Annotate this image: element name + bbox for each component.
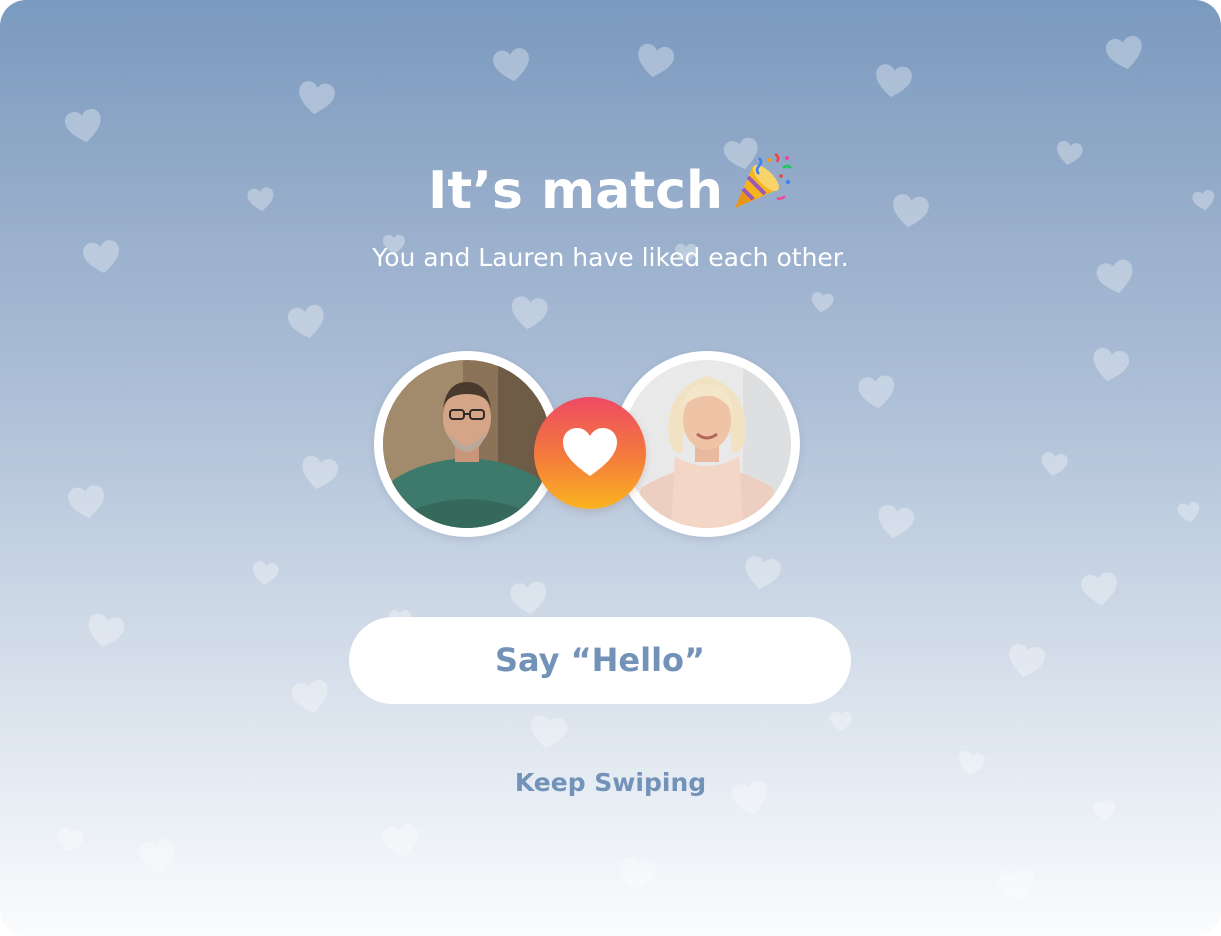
keep-swiping-link[interactable]: Keep Swiping: [0, 766, 1221, 800]
heart-icon: [1093, 347, 1130, 382]
match-heart-badge: [534, 397, 646, 509]
heart-icon: [858, 375, 895, 409]
heart-icon: [68, 485, 104, 519]
heart-icon: [291, 679, 328, 714]
heart-icon: [563, 428, 617, 476]
heart-icon: [381, 823, 418, 858]
user-avatar[interactable]: [374, 351, 560, 537]
match-photo: [623, 360, 791, 528]
keep-swiping-label: Keep Swiping: [514, 768, 707, 797]
match-subtitle: You and Lauren have liked each other.: [372, 243, 849, 272]
heart-icon: [493, 48, 529, 82]
heart-icon: [302, 455, 339, 490]
heart-icon: [745, 555, 782, 590]
heart-icon: [511, 296, 548, 330]
heart-icon: [638, 43, 675, 78]
heart-icon: [1093, 800, 1116, 821]
heart-icon: [88, 613, 125, 647]
heart-icon: [139, 839, 175, 873]
heart-icon: [510, 581, 547, 615]
heart-icon: [1081, 572, 1117, 606]
match-card: It’s match You and Lauren have liked eac…: [0, 0, 1221, 936]
heart-icon: [1177, 502, 1200, 523]
heart-icon: [64, 108, 101, 143]
heart-icon: [1009, 643, 1046, 678]
heart-icon: [878, 504, 915, 539]
heart-icon: [811, 292, 834, 313]
match-title: It’s match: [0, 152, 1221, 230]
heart-icon: [830, 711, 852, 732]
heart-icon: [252, 561, 279, 585]
user-photo: [383, 360, 551, 528]
heart-icon: [1041, 452, 1068, 476]
say-hello-button[interactable]: Say “Hello”: [349, 617, 851, 704]
party-popper-icon: [731, 152, 793, 230]
heart-icon: [620, 858, 656, 892]
heart-icon: [57, 827, 84, 852]
heart-icon: [1105, 35, 1142, 70]
match-title-text: It’s match: [428, 161, 723, 221]
heart-icon: [287, 304, 324, 339]
heart-icon: [997, 867, 1034, 902]
heart-icon: [531, 715, 567, 749]
heart-icon: [876, 64, 912, 98]
heart-icon: [299, 81, 335, 115]
